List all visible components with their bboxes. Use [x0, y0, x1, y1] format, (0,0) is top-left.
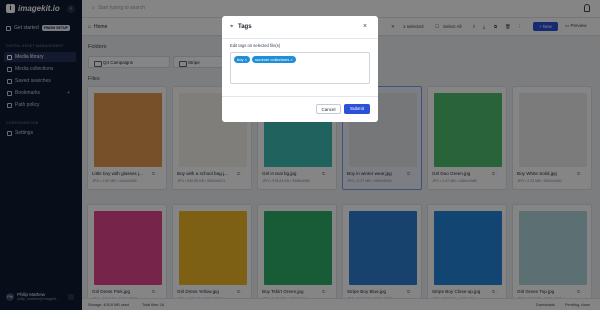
modal-label: Edit tags on selected file(s): [230, 43, 281, 48]
tag-icon: ⌖: [230, 24, 234, 30]
submit-button[interactable]: Submit: [344, 104, 370, 114]
tag-chip-label: summer collections: [255, 57, 290, 62]
tag-chip[interactable]: boy ×: [234, 56, 250, 63]
cancel-button[interactable]: Cancel: [316, 104, 341, 114]
divider: [222, 96, 378, 97]
divider: [222, 38, 378, 39]
tags-modal: ⌖ Tags × Edit tags on selected file(s) b…: [222, 16, 378, 122]
tag-chip-label: boy: [237, 57, 244, 62]
tag-chip[interactable]: summer collections ×: [252, 56, 296, 63]
close-icon[interactable]: ×: [363, 23, 367, 30]
modal-title: Tags: [238, 24, 252, 30]
tags-input[interactable]: boy × summer collections ×: [230, 52, 370, 84]
